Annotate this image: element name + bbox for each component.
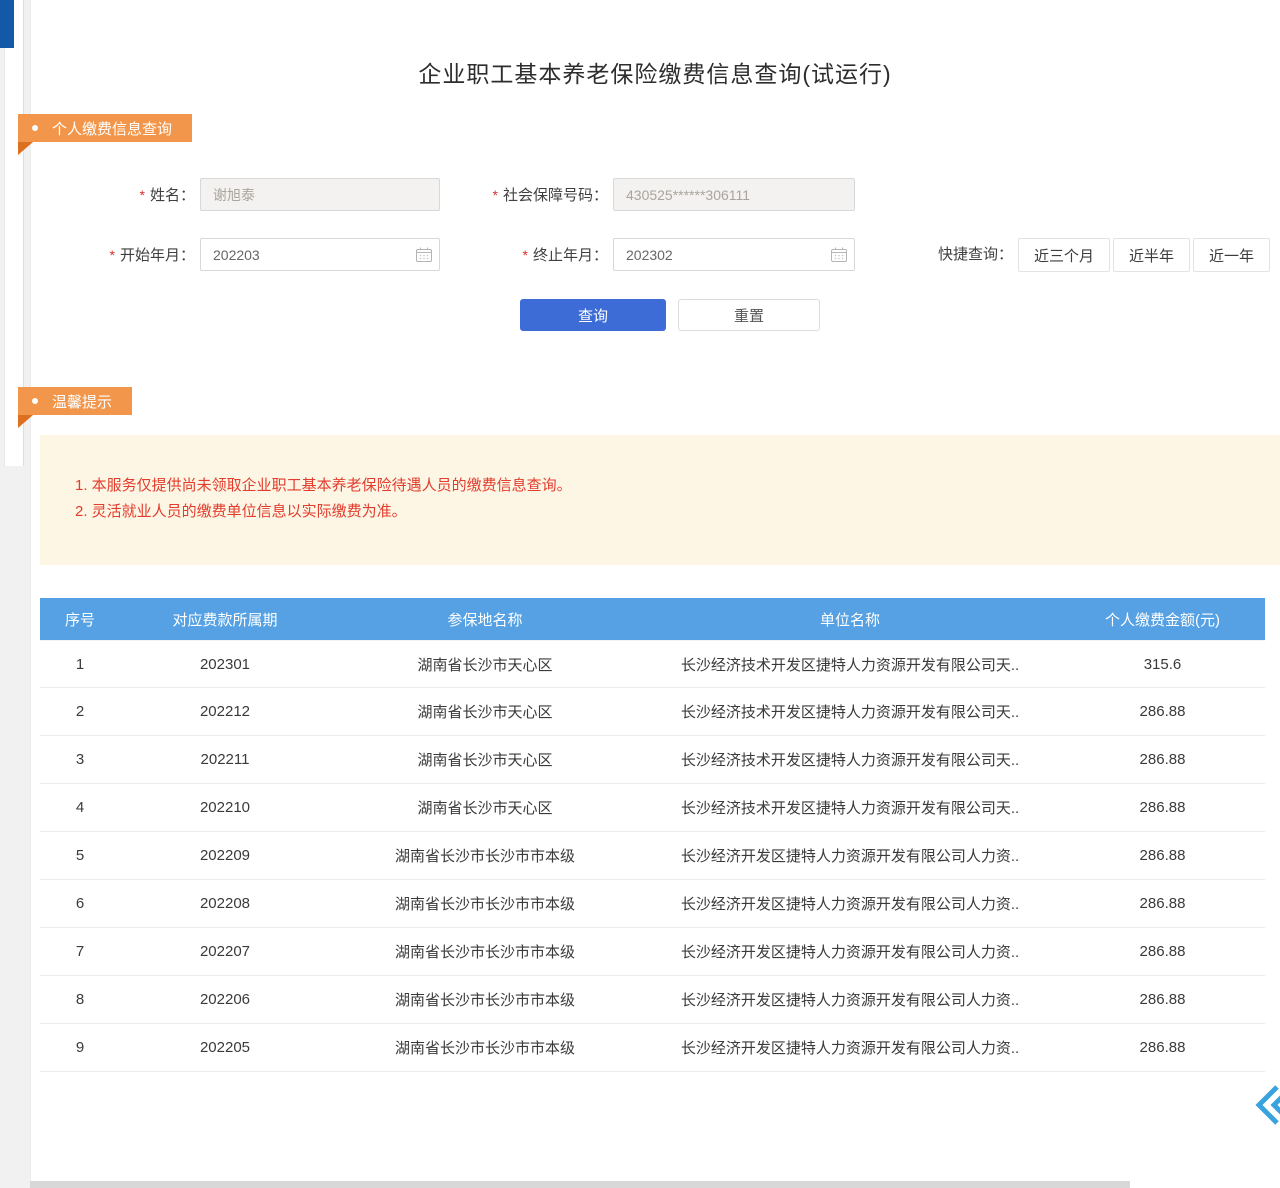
table-cell: 202210 — [120, 799, 330, 816]
table-cell: 长沙经济技术开发区捷特人力资源开发有限公司天.. — [640, 797, 1060, 818]
table-cell: 长沙经济技术开发区捷特人力资源开发有限公司天.. — [640, 701, 1060, 722]
column-header: 参保地名称 — [330, 609, 640, 630]
table-cell: 湖南省长沙市天心区 — [330, 701, 640, 722]
bullet-icon — [32, 125, 38, 131]
notice-box: 1. 本服务仅提供尚未领取企业职工基本养老保险待遇人员的缴费信息查询。 2. 灵… — [40, 435, 1280, 565]
page-title: 企业职工基本养老保险缴费信息查询(试运行) — [30, 55, 1280, 89]
ssn-input — [613, 178, 855, 211]
notice-line: 1. 本服务仅提供尚未领取企业职工基本养老保险待遇人员的缴费信息查询。 — [75, 473, 1280, 499]
table-cell: 湖南省长沙市长沙市市本级 — [330, 893, 640, 914]
table-cell: 长沙经济技术开发区捷特人力资源开发有限公司天.. — [640, 749, 1060, 770]
table-row: 2202212湖南省长沙市天心区长沙经济技术开发区捷特人力资源开发有限公司天..… — [40, 688, 1265, 736]
table-cell: 湖南省长沙市长沙市市本级 — [330, 941, 640, 962]
table-cell: 286.88 — [1060, 895, 1265, 912]
calendar-icon[interactable] — [831, 247, 847, 267]
section-tag-personal-payment-query: 个人缴费信息查询 — [18, 114, 192, 142]
table-row: 9202205湖南省长沙市长沙市市本级长沙经济开发区捷特人力资源开发有限公司人力… — [40, 1024, 1265, 1072]
table-cell: 202207 — [120, 943, 330, 960]
ssn-label: *社会保障号码： — [430, 178, 608, 212]
reset-button[interactable]: 重置 — [678, 299, 820, 331]
quick-query-button-3[interactable]: 近一年 — [1193, 238, 1270, 272]
table-cell: 长沙经济开发区捷特人力资源开发有限公司人力资.. — [640, 941, 1060, 962]
table-cell: 3 — [40, 751, 120, 768]
table-cell: 286.88 — [1060, 751, 1265, 768]
table-row: 1202301湖南省长沙市天心区长沙经济技术开发区捷特人力资源开发有限公司天..… — [40, 640, 1265, 688]
required-asterisk: * — [140, 187, 145, 203]
table-row: 8202206湖南省长沙市长沙市市本级长沙经济开发区捷特人力资源开发有限公司人力… — [40, 976, 1265, 1024]
table-cell: 湖南省长沙市长沙市市本级 — [330, 845, 640, 866]
table-cell: 1 — [40, 656, 120, 673]
query-button[interactable]: 查询 — [520, 299, 666, 331]
quick-query-button-1[interactable]: 近三个月 — [1018, 238, 1110, 272]
table-cell: 湖南省长沙市天心区 — [330, 797, 640, 818]
table-header-row: 序号对应费款所属期参保地名称单位名称个人缴费金额(元) — [40, 598, 1265, 640]
payment-table: 序号对应费款所属期参保地名称单位名称个人缴费金额(元) 1202301湖南省长沙… — [40, 598, 1265, 1072]
table-cell: 9 — [40, 1039, 120, 1056]
table-cell: 202212 — [120, 703, 330, 720]
horizontal-scrollbar[interactable] — [30, 1181, 1130, 1188]
table-cell: 2 — [40, 703, 120, 720]
column-header: 单位名称 — [640, 609, 1060, 630]
table-row: 5202209湖南省长沙市长沙市市本级长沙经济开发区捷特人力资源开发有限公司人力… — [40, 832, 1265, 880]
table-cell: 长沙经济开发区捷特人力资源开发有限公司人力资.. — [640, 893, 1060, 914]
table-cell: 286.88 — [1060, 1039, 1265, 1056]
column-header: 序号 — [40, 609, 120, 630]
table-cell: 286.88 — [1060, 703, 1265, 720]
table-cell: 长沙经济开发区捷特人力资源开发有限公司人力资.. — [640, 845, 1060, 866]
section-tag-label: 个人缴费信息查询 — [52, 118, 172, 139]
end-month-input[interactable] — [613, 238, 855, 271]
end-month-label: *终止年月： — [430, 238, 608, 272]
table-cell: 长沙经济开发区捷特人力资源开发有限公司人力资.. — [640, 989, 1060, 1010]
section-tag-tips: 温馨提示 — [18, 387, 132, 415]
table-cell: 286.88 — [1060, 847, 1265, 864]
required-asterisk: * — [110, 247, 115, 263]
start-month-label: *开始年月： — [60, 238, 195, 272]
table-cell: 7 — [40, 943, 120, 960]
table-cell: 202205 — [120, 1039, 330, 1056]
table-row: 3202211湖南省长沙市天心区长沙经济技术开发区捷特人力资源开发有限公司天..… — [40, 736, 1265, 784]
start-month-input[interactable] — [200, 238, 440, 271]
notice-line: 2. 灵活就业人员的缴费单位信息以实际缴费为准。 — [75, 499, 1280, 525]
table-row: 7202207湖南省长沙市长沙市市本级长沙经济开发区捷特人力资源开发有限公司人力… — [40, 928, 1265, 976]
table-cell: 6 — [40, 895, 120, 912]
table-cell: 长沙经济开发区捷特人力资源开发有限公司人力资.. — [640, 1037, 1060, 1058]
table-cell: 202208 — [120, 895, 330, 912]
table-cell: 202211 — [120, 751, 330, 768]
table-cell: 4 — [40, 799, 120, 816]
name-input — [200, 178, 440, 211]
quick-query-button-2[interactable]: 近半年 — [1113, 238, 1190, 272]
collapse-left-icon[interactable] — [1252, 1082, 1280, 1133]
table-cell: 202209 — [120, 847, 330, 864]
table-body: 1202301湖南省长沙市天心区长沙经济技术开发区捷特人力资源开发有限公司天..… — [40, 640, 1265, 1072]
table-cell: 8 — [40, 991, 120, 1008]
column-header: 对应费款所属期 — [120, 609, 330, 630]
table-cell: 5 — [40, 847, 120, 864]
table-cell: 286.88 — [1060, 991, 1265, 1008]
table-row: 6202208湖南省长沙市长沙市市本级长沙经济开发区捷特人力资源开发有限公司人力… — [40, 880, 1265, 928]
table-cell: 286.88 — [1060, 799, 1265, 816]
page: 企业职工基本养老保险缴费信息查询(试运行) 个人缴费信息查询 *姓名： *社会保… — [0, 0, 1280, 1188]
table-row: 4202210湖南省长沙市天心区长沙经济技术开发区捷特人力资源开发有限公司天..… — [40, 784, 1265, 832]
table-cell: 286.88 — [1060, 943, 1265, 960]
table-cell: 湖南省长沙市长沙市市本级 — [330, 1037, 640, 1058]
name-label: *姓名： — [60, 178, 195, 212]
table-cell: 202206 — [120, 991, 330, 1008]
required-asterisk: * — [493, 187, 498, 203]
table-cell: 202301 — [120, 656, 330, 673]
table-cell: 长沙经济技术开发区捷特人力资源开发有限公司天.. — [640, 654, 1060, 675]
sidebar-corner-block — [0, 0, 14, 48]
table-cell: 湖南省长沙市天心区 — [330, 749, 640, 770]
bullet-icon — [32, 398, 38, 404]
table-cell: 湖南省长沙市长沙市市本级 — [330, 989, 640, 1010]
quick-query-buttons: 近三个月近半年近一年 — [1018, 238, 1270, 272]
quick-query-label: 快捷查询： — [888, 238, 1013, 272]
column-header: 个人缴费金额(元) — [1060, 609, 1265, 630]
section-tag-label: 温馨提示 — [52, 391, 112, 412]
required-asterisk: * — [523, 247, 528, 263]
table-cell: 315.6 — [1060, 656, 1265, 673]
table-cell: 湖南省长沙市天心区 — [330, 654, 640, 675]
